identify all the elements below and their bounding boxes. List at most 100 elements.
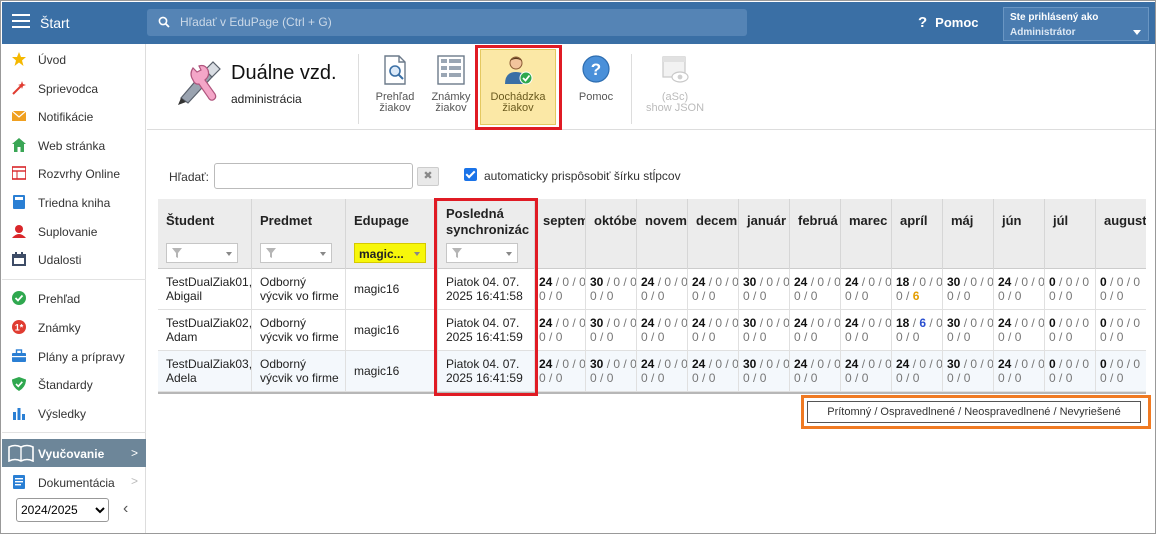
excused-count: 0 xyxy=(715,357,723,371)
sidebar-item-grades[interactable]: 1* Známky xyxy=(2,313,146,341)
attendance-cell[interactable]: 30 / 0 / 00 / 0 xyxy=(943,310,994,351)
column-header-month[interactable]: apríl xyxy=(892,199,943,269)
sidebar-item-person[interactable]: Suplovanie xyxy=(2,217,146,245)
help-button[interactable]: ? Pomoc xyxy=(558,50,634,125)
sidebar-item-shield[interactable]: Štandardy xyxy=(2,370,146,398)
auto-width-checkbox[interactable] xyxy=(464,168,477,181)
sidebar-item-wand[interactable]: Sprievodca xyxy=(2,74,146,102)
table-row[interactable]: TestDualZiak02, Adam Odborný výcvik vo firm… xyxy=(158,310,1146,351)
attendance-cell[interactable]: 24 / 0 / 00 / 0 xyxy=(637,310,688,351)
attendance-cell[interactable]: 30 / 0 / 00 / 0 xyxy=(739,269,790,310)
attendance-cell[interactable]: 24 / 0 / 00 / 0 xyxy=(994,310,1045,351)
unexcused-count: 0 xyxy=(681,316,688,330)
attendance-cell[interactable]: 24 / 0 / 00 / 0 xyxy=(790,310,841,351)
sidebar-item-calendar[interactable]: Udalosti xyxy=(2,245,146,273)
hamburger-menu-icon[interactable] xyxy=(12,14,30,30)
attendance-cell[interactable]: 30 / 0 / 00 / 0 xyxy=(943,351,994,392)
student-filter-dropdown[interactable] xyxy=(166,243,238,263)
sidebar-item-book[interactable]: Triedna kniha xyxy=(2,188,146,216)
excused-count: 0 xyxy=(715,316,723,330)
attendance-cell[interactable]: 0 / 0 / 00 / 0 xyxy=(1096,351,1146,392)
predmet-filter-dropdown[interactable] xyxy=(260,243,332,263)
edupage-filter-dropdown[interactable]: magic... xyxy=(354,243,426,263)
column-header-month[interactable]: decem xyxy=(688,199,739,269)
extra-count: 0 xyxy=(1065,330,1073,344)
present-count: 24 xyxy=(641,316,655,330)
school-year-select[interactable]: 2024/2025 xyxy=(16,498,109,522)
attendance-cell[interactable]: 24 / 0 / 00 / 0 xyxy=(790,269,841,310)
show-json-button[interactable]: (aSc) show JSON xyxy=(637,50,713,125)
edupage-value: magic16 xyxy=(354,364,400,378)
help-top-button[interactable]: ? Pomoc xyxy=(918,14,979,31)
sidebar-item-bar-chart[interactable]: Výsledky xyxy=(2,399,146,427)
attendance-cell[interactable]: 24 / 0 / 00 / 0 xyxy=(688,269,739,310)
attendance-cell[interactable]: 24 / 0 / 00 / 0 xyxy=(688,351,739,392)
sidebar-item-timetable[interactable]: Rozvrhy Online xyxy=(2,159,146,187)
sidebar-item-envelope[interactable]: Notifikácie xyxy=(2,102,146,130)
attendance-cell[interactable]: 24 / 0 / 00 / 0 xyxy=(535,310,586,351)
attendance-cell[interactable]: 24 / 0 / 00 / 0 xyxy=(841,310,892,351)
attendance-cell[interactable]: 0 / 0 / 00 / 0 xyxy=(1045,351,1096,392)
app-title[interactable]: Štart xyxy=(40,15,70,31)
attendance-cell[interactable]: 24 / 0 / 00 / 0 xyxy=(841,351,892,392)
attendance-cell[interactable]: 18 / 0 / 00 / 6 xyxy=(892,269,943,310)
global-search[interactable] xyxy=(147,9,747,36)
attendance-cell[interactable]: 0 / 0 / 00 / 0 xyxy=(1096,310,1146,351)
column-header-month[interactable]: septem xyxy=(535,199,586,269)
attendance-cell[interactable]: 0 / 0 / 00 / 0 xyxy=(1045,310,1096,351)
column-header-month[interactable]: jún xyxy=(994,199,1045,269)
attendance-cell[interactable]: 24 / 0 / 00 / 0 xyxy=(994,269,1045,310)
column-header-edupage[interactable]: Edupage magic... xyxy=(346,199,438,269)
attendance-cell[interactable]: 18 / 6 / 00 / 0 xyxy=(892,310,943,351)
attendance-cell[interactable]: 30 / 0 / 00 / 0 xyxy=(586,310,637,351)
attendance-cell[interactable]: 30 / 0 / 00 / 0 xyxy=(739,351,790,392)
column-header-month[interactable]: január xyxy=(739,199,790,269)
sidebar-item-house[interactable]: Web stránka xyxy=(2,131,146,159)
attendance-cell[interactable]: 24 / 0 / 00 / 0 xyxy=(994,351,1045,392)
column-header-month[interactable]: februá xyxy=(790,199,841,269)
attendance-cell[interactable]: 24 / 0 / 00 / 0 xyxy=(535,351,586,392)
collapse-sidebar-icon[interactable]: ‹ xyxy=(123,500,128,518)
attendance-cell[interactable]: 24 / 0 / 00 / 0 xyxy=(688,310,739,351)
attendance-cell[interactable]: 24 / 0 / 00 / 0 xyxy=(790,351,841,392)
attendance-cell[interactable]: 24 / 0 / 00 / 0 xyxy=(892,351,943,392)
table-row[interactable]: TestDualZiak01, Abigail Odborný výcvik vo f… xyxy=(158,269,1146,310)
attendance-cell[interactable]: 24 / 0 / 00 / 0 xyxy=(535,269,586,310)
attendance-cell[interactable]: 24 / 0 / 00 / 0 xyxy=(637,351,688,392)
unexcused-count: 0 xyxy=(579,316,586,330)
table-row[interactable]: TestDualZiak03, Adela Odborný výcvik vo fir… xyxy=(158,351,1146,392)
column-header-month[interactable]: júl xyxy=(1045,199,1096,269)
sidebar-item-check-circle[interactable]: Prehľad xyxy=(2,284,146,312)
attendance-cell[interactable]: 24 / 0 / 00 / 0 xyxy=(841,269,892,310)
user-menu[interactable]: Ste prihlásený ako Administrátor xyxy=(1003,7,1149,41)
show-json-l2: show JSON xyxy=(645,102,705,114)
present-count: 18 xyxy=(896,316,910,330)
sidebar-item-star[interactable]: Úvod xyxy=(2,45,146,73)
unresolved-count: 0 xyxy=(692,330,699,344)
column-header-student[interactable]: Študent xyxy=(158,199,252,269)
attendance-cell[interactable]: 0 / 0 / 00 / 0 xyxy=(1045,269,1096,310)
unresolved-count: 0 xyxy=(947,371,954,385)
sidebar-section-vyucovanie[interactable]: Vyučovanie > xyxy=(2,439,146,467)
column-header-month[interactable]: august xyxy=(1096,199,1146,269)
column-header-month[interactable]: novem xyxy=(637,199,688,269)
attendance-cell[interactable]: 30 / 0 / 00 / 0 xyxy=(739,310,790,351)
unexcused-count: 0 xyxy=(987,316,994,330)
global-search-input[interactable] xyxy=(180,12,730,32)
attendance-cell[interactable]: 0 / 0 / 00 / 0 xyxy=(1096,269,1146,310)
sidebar-item-label: Známky xyxy=(38,321,81,335)
attendance-cell[interactable]: 30 / 0 / 00 / 0 xyxy=(586,351,637,392)
student-search-input[interactable] xyxy=(214,163,413,189)
attendance-cell[interactable]: 30 / 0 / 00 / 0 xyxy=(586,269,637,310)
unexcused-count: 0 xyxy=(783,357,790,371)
column-header-month[interactable]: októbe xyxy=(586,199,637,269)
sidebar-item-briefcase[interactable]: Plány a prípravy xyxy=(2,342,146,370)
sidebar-item-dokumentacia[interactable]: Dokumentácia > xyxy=(2,468,146,496)
clear-search-button[interactable]: ✖ xyxy=(417,167,439,186)
column-header-month[interactable]: marec xyxy=(841,199,892,269)
excused-count: 0 xyxy=(970,316,978,330)
attendance-cell[interactable]: 30 / 0 / 00 / 0 xyxy=(943,269,994,310)
column-header-month[interactable]: máj xyxy=(943,199,994,269)
attendance-cell[interactable]: 24 / 0 / 00 / 0 xyxy=(637,269,688,310)
column-header-predmet[interactable]: Predmet xyxy=(252,199,346,269)
